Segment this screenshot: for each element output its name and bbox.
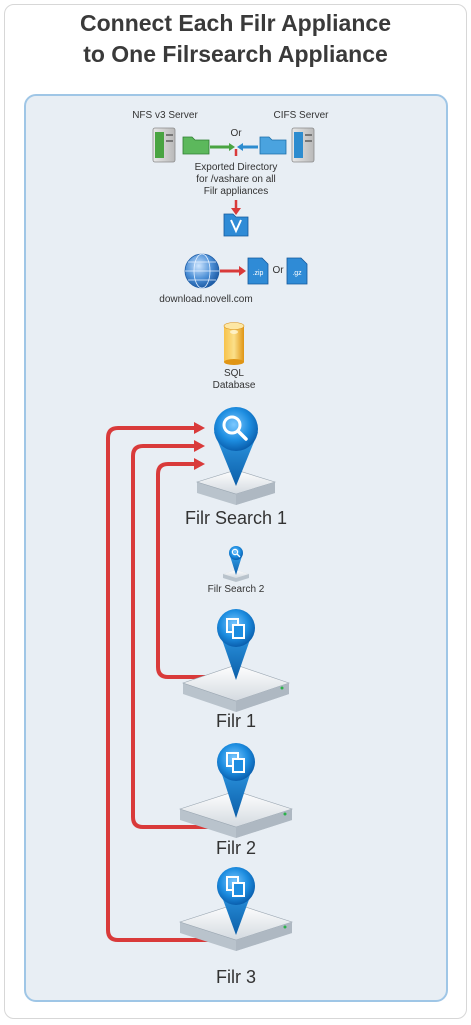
exported-folder-icon	[223, 213, 249, 237]
filr-search-2-appliance-icon	[223, 546, 249, 582]
sql-line-2: Database	[212, 380, 256, 391]
sql-database-label: SQL Database	[204, 368, 264, 392]
filr-1-label: Filr 1	[216, 711, 256, 731]
exported-dir-line-3: Filr appliances	[203, 186, 269, 197]
sql-line-1: SQL	[223, 368, 244, 379]
cifs-to-center-arrow	[237, 143, 258, 151]
or-label-servers: Or	[230, 128, 242, 139]
nfs-server-icon	[152, 127, 176, 163]
cifs-server-label: CIFS Server	[273, 110, 329, 121]
nfs-to-center-arrow	[210, 143, 235, 151]
filr-2-appliance-icon	[179, 743, 293, 838]
filr-1-appliance-icon	[182, 609, 290, 712]
cifs-server-icon	[291, 127, 315, 163]
cifs-folder-icon	[259, 136, 287, 155]
nfs-folder-icon	[182, 136, 210, 155]
globe-icon	[184, 253, 220, 289]
filr-search-2-label: Filr Search 2	[207, 584, 265, 595]
gz-label: .gz	[292, 270, 302, 277]
export-to-folder-arrow	[231, 200, 241, 215]
zip-label: .zip	[253, 270, 264, 277]
globe-to-zip-arrow	[220, 266, 246, 276]
exported-dir-line-1: Exported Directory	[194, 162, 278, 173]
or-label-download: Or	[272, 265, 284, 276]
filr-search-1-appliance-icon	[195, 407, 277, 505]
filr-2-label: Filr 2	[216, 838, 256, 858]
exported-directory-label: Exported Directory for /vashare on all F…	[176, 162, 296, 198]
filr-search-1-label: Filr Search 1	[184, 508, 288, 528]
filr-3-label: Filr 3	[216, 967, 256, 987]
download-site-label: download.novell.com	[159, 294, 253, 305]
nfs-server-label: NFS v3 Server	[132, 110, 198, 121]
sql-database-icon	[223, 322, 245, 365]
exported-dir-line-2: for /vashare on all	[196, 174, 276, 185]
